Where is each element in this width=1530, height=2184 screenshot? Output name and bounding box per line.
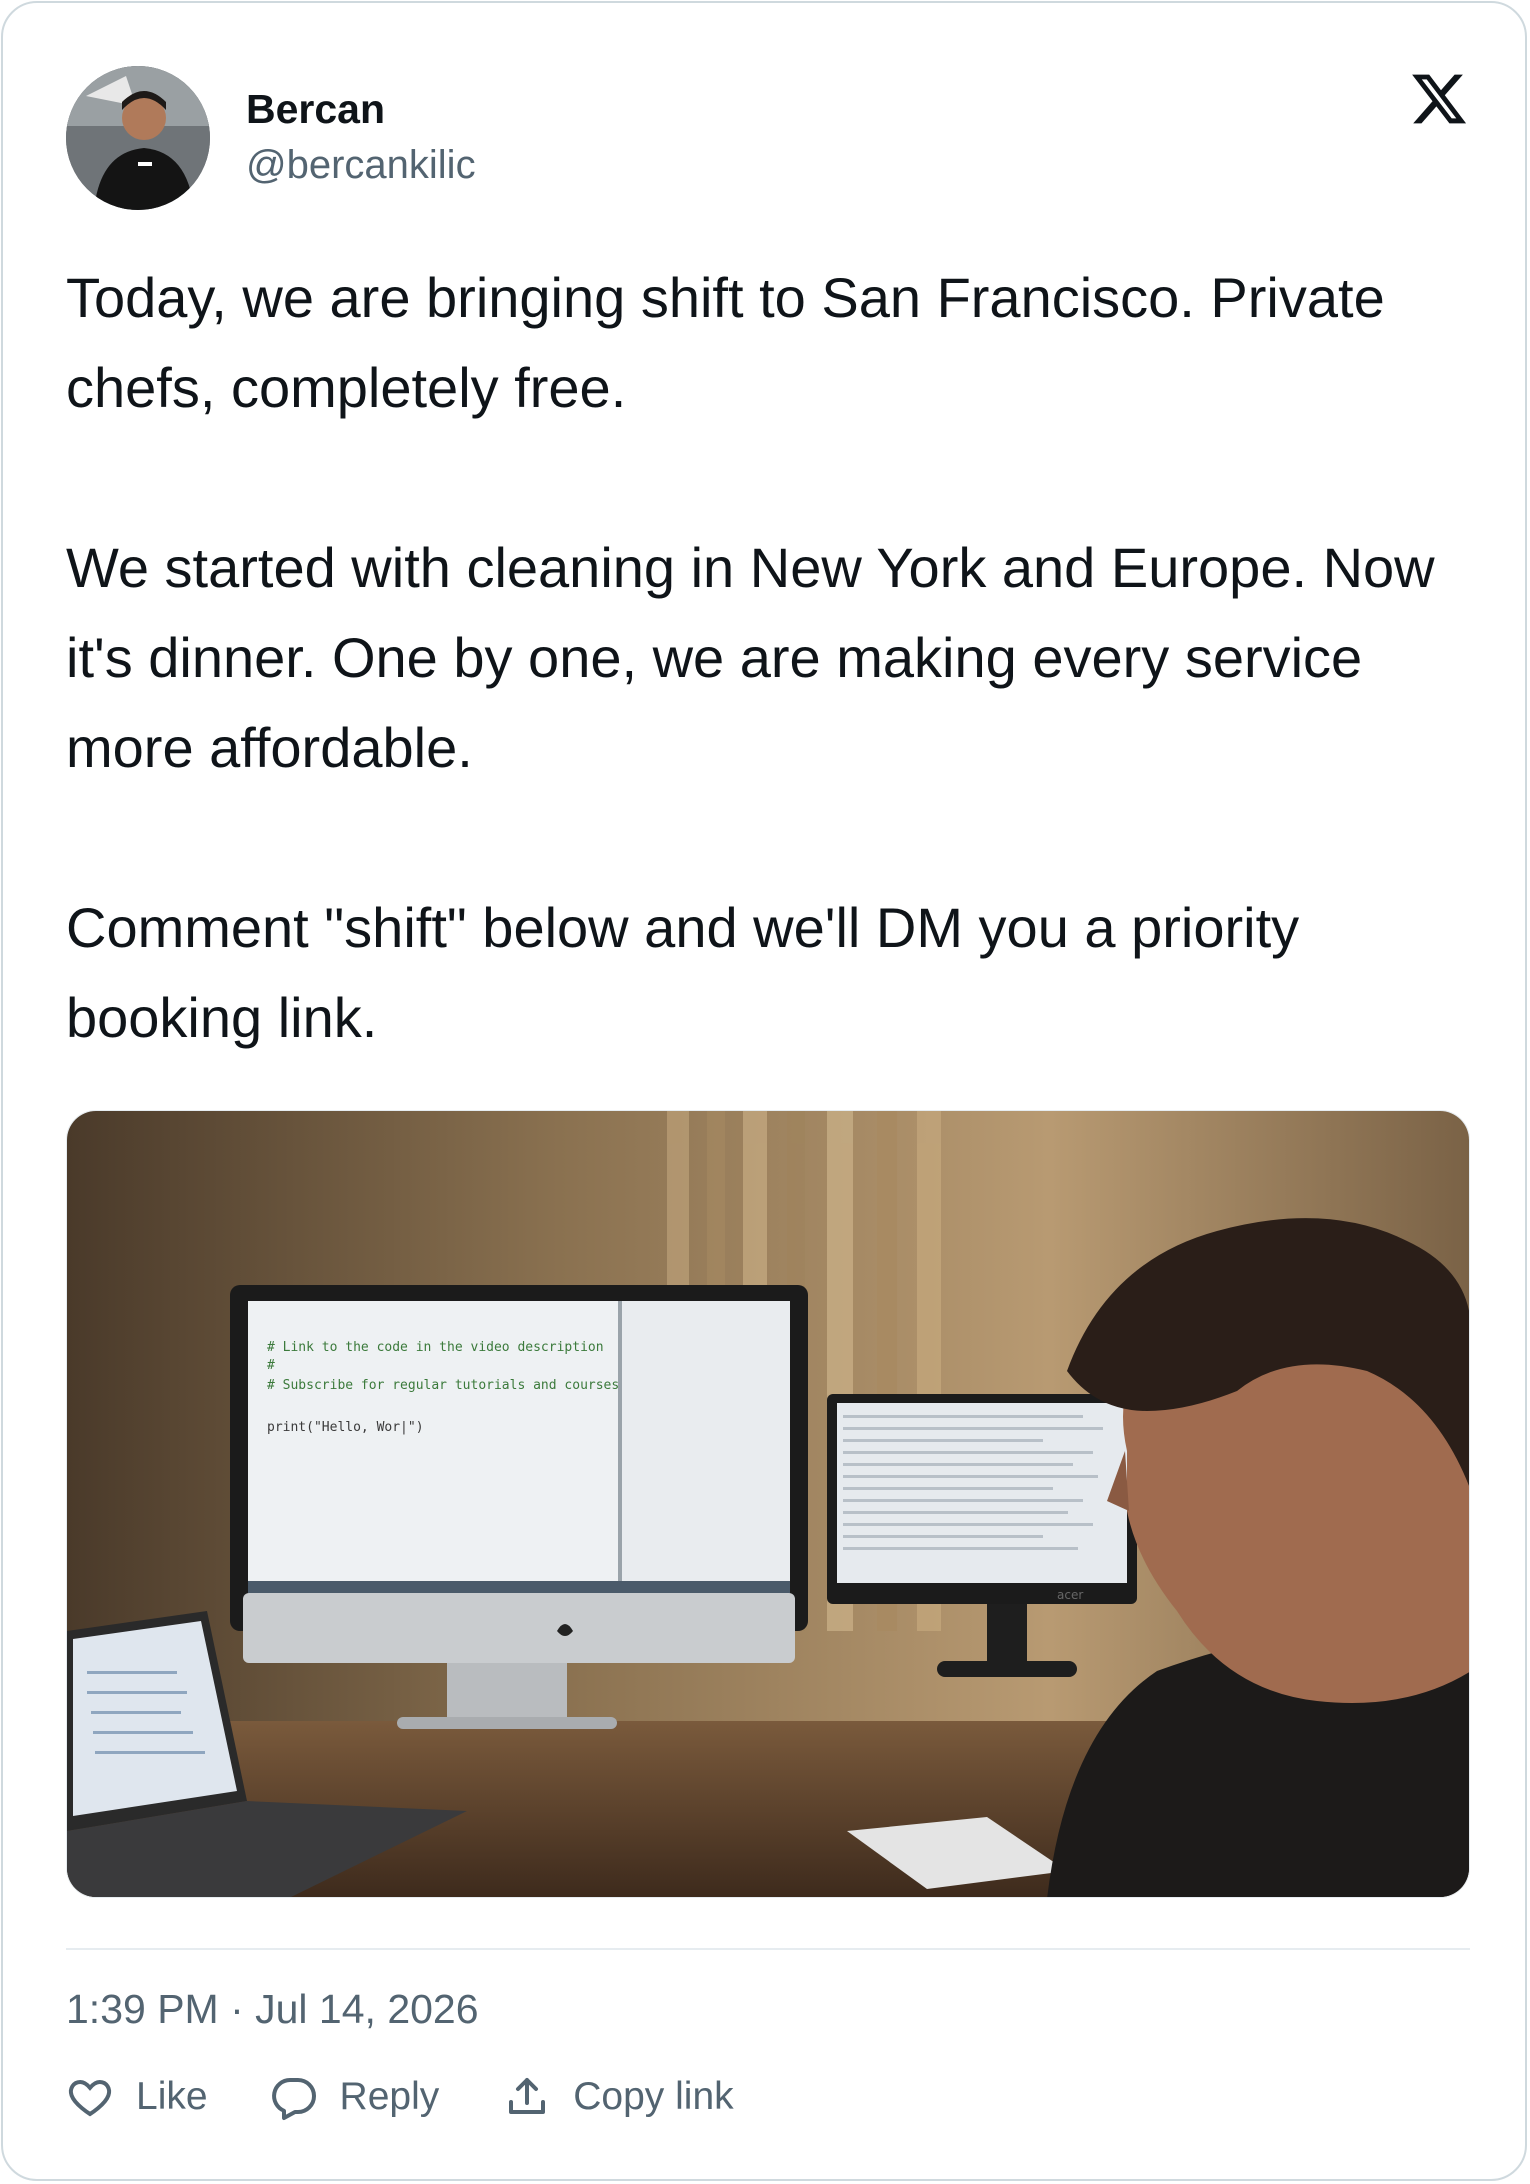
avatar[interactable] (66, 66, 210, 210)
tweet-paragraph: Comment "shift" below and we'll DM you a… (66, 896, 1300, 1049)
tweet-paragraph: Today, we are bringing shift to San Fran… (66, 266, 1385, 419)
screen-code-line: # Subscribe for regular tutorials and co… (267, 1378, 619, 1393)
tweet-media-image[interactable]: # Link to the code in the video descript… (66, 1110, 1470, 1898)
reply-label: Reply (339, 2075, 440, 2118)
reply-icon (271, 2078, 316, 2120)
heart-icon (68, 2079, 112, 2117)
x-logo-icon[interactable] (1409, 69, 1469, 129)
tweet-timestamp[interactable]: 1:39 PM · Jul 14, 2026 (66, 1983, 479, 2035)
screen-code-line: # Link to the code in the video descript… (267, 1340, 604, 1355)
copy-link-label: Copy link (573, 2075, 734, 2118)
like-button[interactable]: Like (66, 2073, 208, 2121)
screen-code-line: print("Hello, Wor|") (267, 1420, 424, 1435)
reply-button[interactable]: Reply (270, 2073, 440, 2121)
monitor-brand: acer (1057, 1588, 1083, 1602)
tweet-paragraph: We started with cleaning in New York and… (66, 536, 1435, 779)
author-name[interactable]: Bercan (246, 83, 385, 135)
share-icon (509, 2078, 546, 2114)
tweet-text: Today, we are bringing shift to San Fran… (66, 253, 1486, 1063)
copy-link-button[interactable]: Copy link (503, 2073, 734, 2121)
screen-code-line: # (267, 1358, 275, 1373)
action-bar: Like Reply Copy link (66, 2071, 734, 2123)
tweet-card: Bercan @bercankilic Today, we are bringi… (1, 1, 1527, 2181)
like-label: Like (136, 2075, 208, 2118)
author-handle[interactable]: @bercankilic (246, 139, 476, 191)
divider (66, 1948, 1470, 1950)
